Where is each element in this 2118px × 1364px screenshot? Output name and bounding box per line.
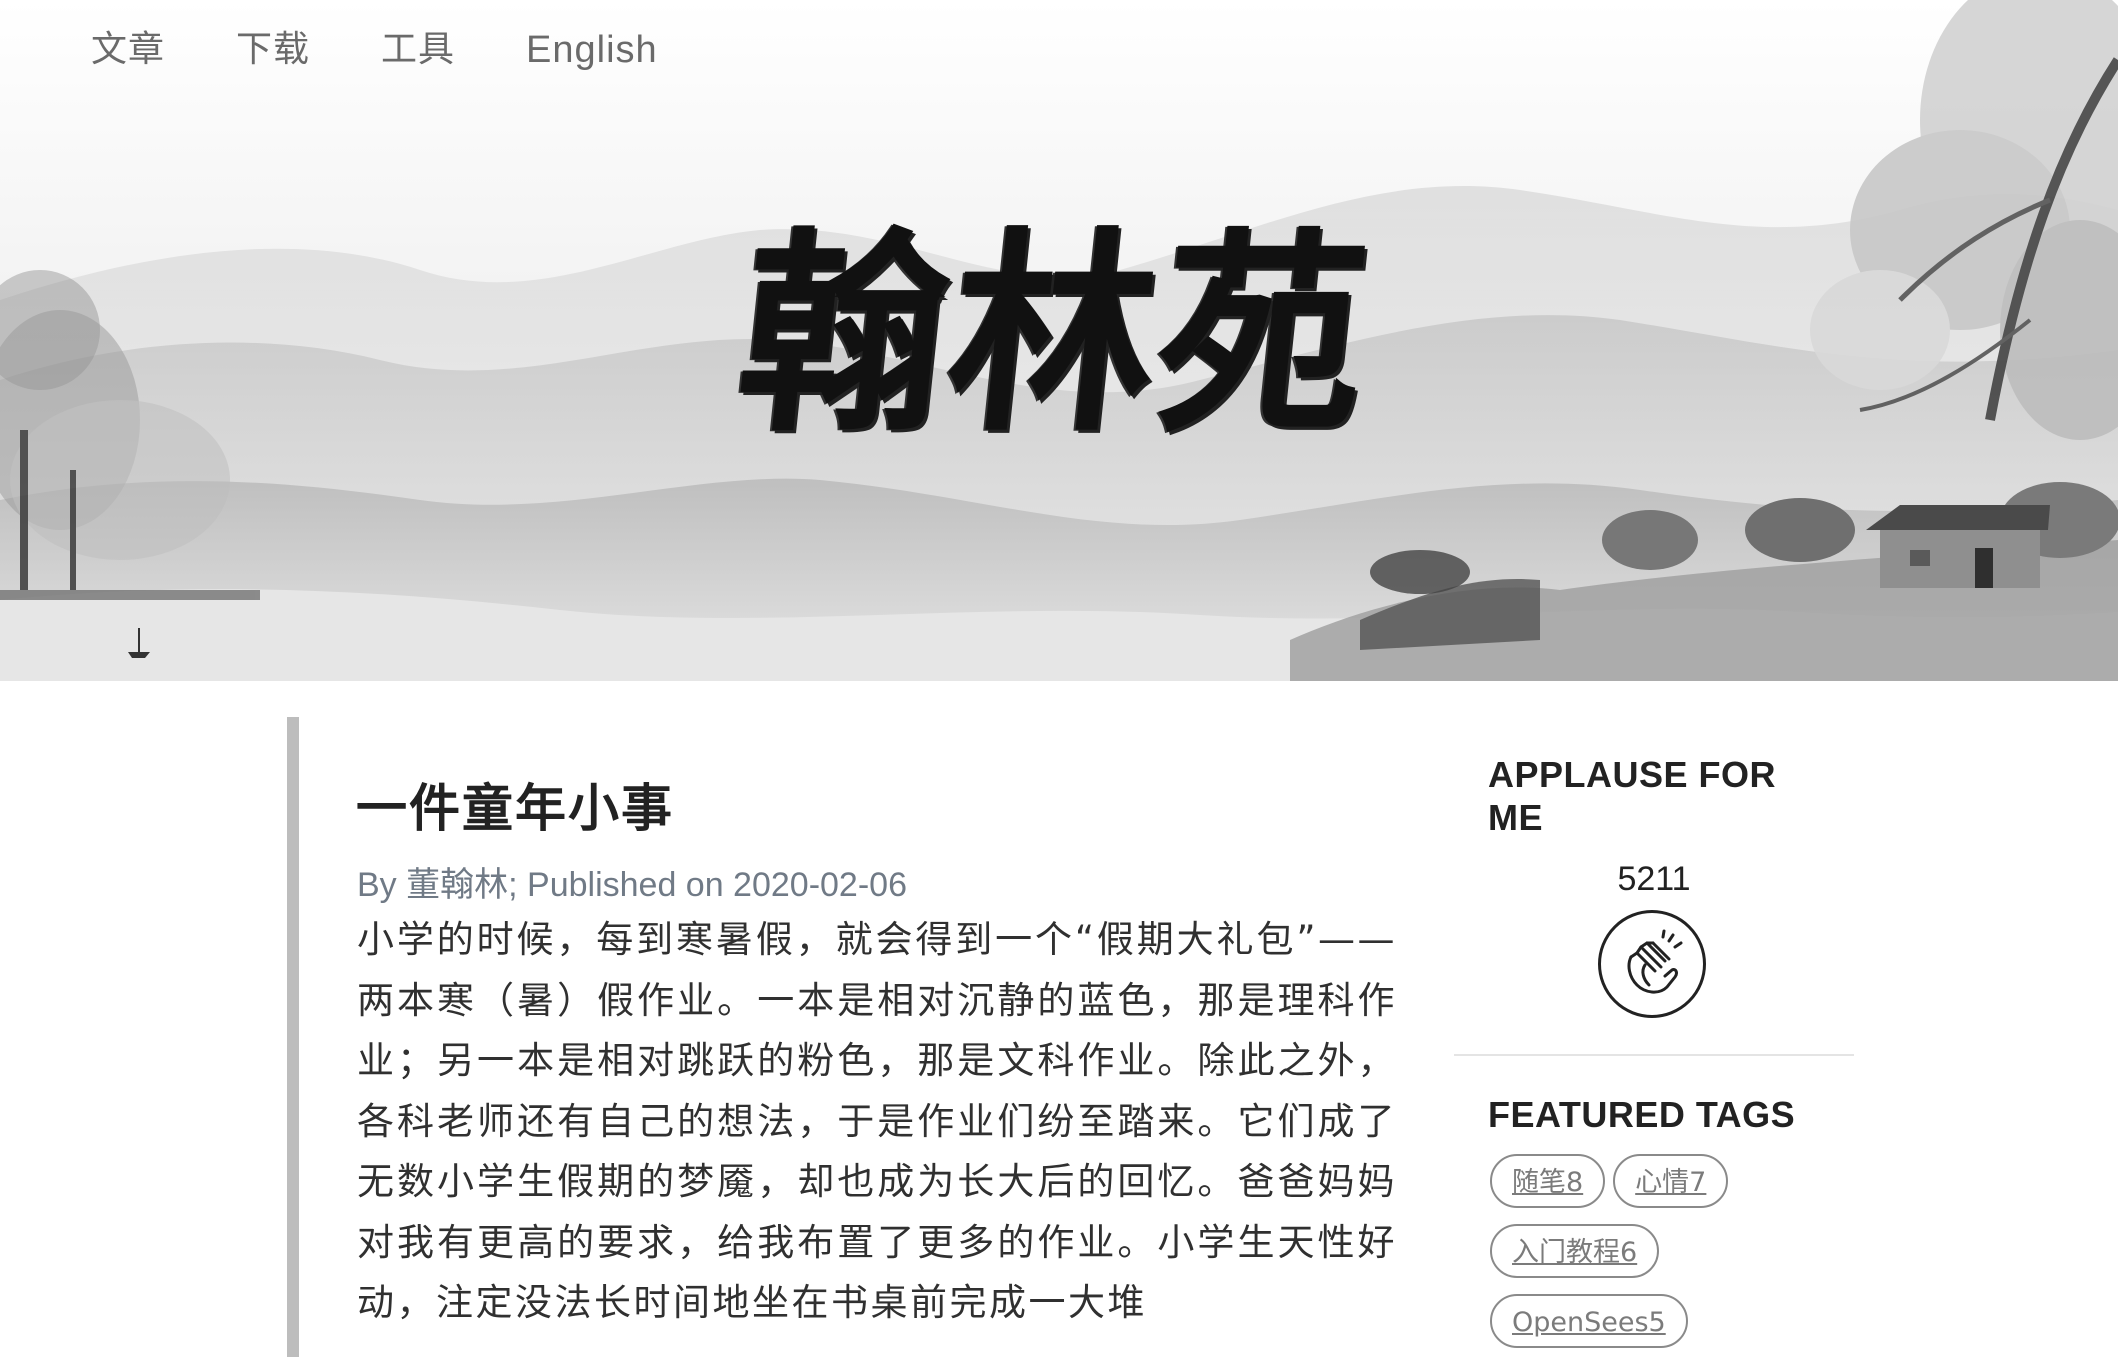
- nav-item-articles[interactable]: 文章: [91, 28, 165, 72]
- post-excerpt: 小学的时候，每到寒暑假，就会得到一个“假期大礼包”——两本寒（暑）假作业。一本是…: [357, 910, 1397, 1334]
- top-nav: 文章 下载 工具 English: [91, 28, 729, 72]
- post-title[interactable]: 一件童年小事: [356, 767, 674, 841]
- post-preview: 一件童年小事 By 董翰林; Published on 2020-02-06 小…: [287, 717, 1439, 1357]
- post-meta-by: By: [357, 866, 407, 904]
- header-banner: 翰林苑: [0, 0, 2118, 681]
- post-meta: By 董翰林; Published on 2020-02-06: [357, 857, 907, 906]
- featured-tags-heading: FEATURED TAGS: [1488, 1094, 1796, 1135]
- sidebar-divider: [1454, 1054, 1854, 1056]
- clapping-hands-icon: [1627, 929, 1683, 994]
- post-published-date: ; Published on 2020-02-06: [508, 866, 907, 904]
- tag-opensees[interactable]: OpenSees5: [1490, 1294, 1688, 1348]
- applause-count: 5211: [1617, 860, 1691, 898]
- post-author: 董翰林: [406, 865, 509, 905]
- tag-random-notes[interactable]: 随笔8: [1490, 1154, 1606, 1208]
- nav-item-english[interactable]: English: [526, 28, 658, 72]
- tag-beginner-tutorials[interactable]: 入门教程6: [1490, 1224, 1660, 1278]
- nav-item-tools[interactable]: 工具: [381, 28, 455, 72]
- sidebar: APPLAUSE FOR ME 5211 FEATURED TAGS 随笔8 心…: [1454, 717, 1854, 1357]
- nav-item-downloads[interactable]: 下载: [236, 28, 310, 72]
- post-excerpt-text: 小学的时候，每到寒暑假，就会得到一个“假期大礼包”——两本寒（暑）假作业。一本是…: [357, 918, 1397, 1324]
- applause-heading: APPLAUSE FOR ME: [1488, 754, 1777, 838]
- tag-mood[interactable]: 心情7: [1613, 1154, 1729, 1208]
- applause-button[interactable]: [1598, 910, 1706, 1018]
- featured-tags-list: 随笔8 心情7 入门教程6 OpenSees5: [1490, 1154, 1830, 1364]
- site-title: 翰林苑: [728, 209, 1382, 461]
